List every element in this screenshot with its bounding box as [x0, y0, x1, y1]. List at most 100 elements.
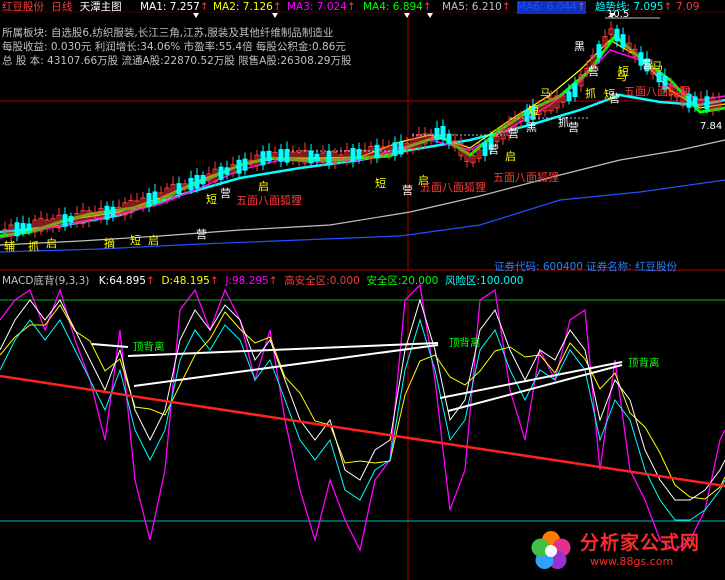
candle-signal-label: 短: [528, 103, 539, 117]
candle-body: [566, 91, 572, 102]
candle-signal-label: 营: [568, 120, 579, 134]
candle-body: [236, 159, 242, 174]
chart-name[interactable]: 天潭主图: [80, 1, 122, 13]
d-value: 48.195: [173, 275, 210, 287]
flower-logo-icon: [531, 531, 571, 569]
ma-arrow: ↑: [422, 1, 432, 13]
candle-signal-label: 启: [46, 237, 57, 250]
candle-body: [14, 222, 20, 237]
ma-label: MA6:: [517, 1, 544, 13]
divergence-line: [91, 343, 129, 348]
divergence-label-3: 顶背离: [628, 357, 660, 369]
candle-body: [656, 71, 662, 83]
ma-arrow: ↑: [576, 1, 586, 13]
candle-body: [260, 151, 266, 166]
candle-signal-label: 摘: [104, 236, 115, 250]
candle-signal-label: 启: [258, 180, 269, 193]
candle-body: [68, 216, 74, 223]
candle-body: [596, 44, 602, 59]
chart-canvas[interactable]: 辅抓启摘短启营短 营启 短营启营启营 黑短马抓 营抓营短马营短营 马黑五面八面狐狸五面八面…: [0, 0, 725, 580]
candle-signal-label: 营: [488, 142, 499, 156]
candle-body: [200, 174, 206, 185]
candle-body: [398, 141, 404, 155]
ma-legend-item: MA1: 7.257↑: [140, 1, 209, 14]
candle-body: [188, 177, 194, 191]
d-arrow: ↑: [209, 275, 219, 287]
ma-value: 6.894: [389, 1, 423, 13]
candle-signal-label: 短: [130, 233, 141, 247]
candle-signal-label: 短: [618, 64, 629, 78]
trend-line: [0, 374, 725, 488]
ma-label: MA2:: [213, 1, 240, 13]
ma-label: MA5:: [442, 1, 469, 13]
pattern-signal-label: 五面八面狐狸: [420, 180, 486, 194]
price-scale-label: 7.84: [700, 121, 722, 132]
high-safe-value: 0.000: [329, 275, 360, 287]
candle-signal-label: 黑: [574, 40, 585, 53]
ma-value: 7.024: [313, 1, 347, 13]
candle-body: [440, 126, 446, 140]
candle-signal-label: 马: [540, 87, 551, 100]
ma-label: 趋势线:: [595, 1, 631, 13]
ma-legend-item: 7.09: [676, 1, 699, 14]
candle-body: [314, 153, 320, 161]
candle-signal-label: 抓: [28, 239, 39, 253]
info-eps: 每股收益: 0.030元 利润增长:34.06% 市盈率:55.4倍 每股公积金…: [2, 41, 346, 53]
watermark-url: www.88gs.com: [590, 555, 674, 568]
candle-body: [278, 149, 284, 162]
candle-body: [242, 158, 248, 171]
divergence-line: [127, 342, 439, 357]
candle-body: [482, 142, 488, 156]
macd-name[interactable]: MACD底背: [2, 275, 54, 287]
candle-body: [308, 150, 314, 164]
ma-label: MA3:: [287, 1, 314, 13]
pattern-signal-label: 五面八面狐狸: [624, 84, 690, 98]
candle-signal-label: 辅: [4, 239, 15, 253]
candle-body: [266, 150, 272, 162]
ma-value: 7.126: [239, 1, 273, 13]
k-smooth-line: [0, 318, 725, 521]
stock-name[interactable]: 红豆股份: [2, 1, 44, 13]
ma-value: 6.044: [543, 1, 577, 13]
candle-body: [572, 83, 578, 98]
macd-params: (9,3,3): [54, 275, 90, 287]
candle-signal-label: 营: [508, 126, 519, 140]
candle-signal-label: 营: [196, 227, 207, 241]
j-label: J:: [225, 275, 232, 287]
candle-body: [692, 96, 698, 107]
candle-signal-label: 营: [588, 64, 599, 78]
info-sector: 所属板块: 自选股6,纺织服装,长江三角,江苏,服装及其他纤维制品制造业: [2, 27, 334, 39]
candle-signal-label: 抓: [585, 86, 596, 100]
ma-legend-item: MA6: 6.044↑: [517, 1, 586, 14]
ma-value: 7.09: [676, 1, 700, 13]
high-safe-label: 高安全区:: [284, 275, 330, 287]
divergence-line: [133, 344, 439, 387]
ma-legend-item: 趋势线: 7.095↑: [595, 1, 672, 14]
risk-label: 风险区:: [444, 275, 481, 287]
candle-signal-label: 黑: [526, 121, 537, 134]
k-value: 64.895: [109, 275, 146, 287]
candle-signal-label: 短: [206, 192, 217, 206]
candle-body: [218, 166, 224, 180]
candle-body: [62, 214, 68, 227]
ma-legend-item: MA3: 7.024↑: [287, 1, 356, 14]
pattern-signal-label: 五面八面狐狸: [236, 193, 302, 207]
j-arrow: ↑: [268, 275, 278, 287]
stock-code-line: 证券代码: 600400 证券名称: 红豆股份: [494, 261, 678, 273]
j-line: [0, 283, 725, 552]
candle-body: [152, 191, 158, 204]
divergence-label-1: 顶背离: [133, 341, 165, 353]
risk-value: 100.000: [480, 275, 524, 287]
top-header: 红豆股份 日线 天潭主图: [2, 1, 122, 14]
candle-body: [704, 96, 710, 110]
info-shares: 总 股 本: 43107.66万股 流通A股:22870.52万股 限售A股:2…: [2, 55, 352, 67]
j-value: 98.295: [231, 275, 269, 287]
candle-body: [614, 28, 620, 42]
candle-body: [350, 148, 356, 162]
ma-arrow: ↑: [501, 1, 511, 13]
candle-body: [434, 127, 440, 141]
watermark: 分析家公式网 www.88gs.com: [528, 524, 723, 578]
k-arrow: ↑: [145, 275, 155, 287]
period-label[interactable]: 日线: [51, 1, 72, 13]
candle-body: [176, 183, 182, 195]
